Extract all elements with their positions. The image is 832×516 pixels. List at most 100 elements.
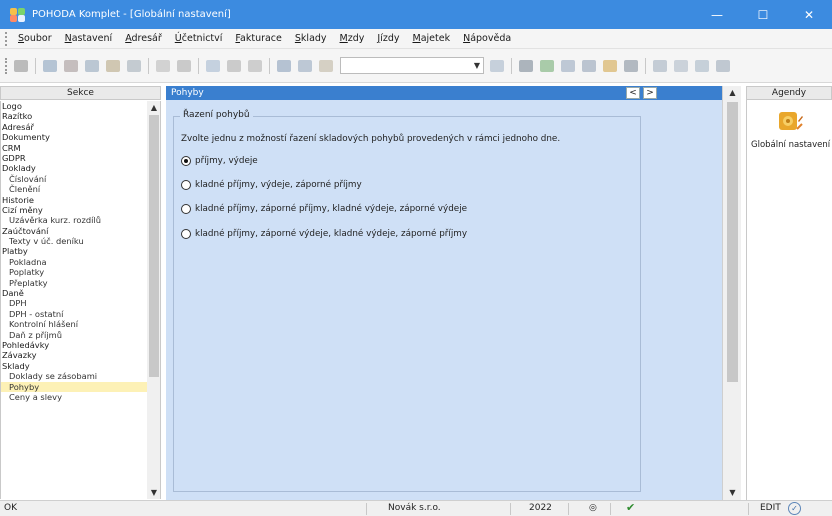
sekce-item[interactable]: Poplatky (1, 267, 147, 277)
sekce-scrollbar[interactable]: ▲ ▼ (147, 101, 161, 499)
sekce-item[interactable]: Platby (1, 246, 147, 256)
sekce-item[interactable]: Sklady (1, 361, 147, 371)
report-icon[interactable] (695, 59, 709, 72)
settings-content: Řazení pohybů Zvolte jednu z možností řa… (166, 100, 722, 500)
help-icon[interactable] (716, 59, 730, 72)
main-scrollbar[interactable]: ▲ ▼ (722, 86, 741, 500)
toolbar-combo[interactable]: ▼ (340, 57, 484, 74)
chevron-down-icon[interactable]: ▼ (474, 61, 480, 70)
sekce-item[interactable]: Daně (1, 288, 147, 298)
sekce-item[interactable]: CRM (1, 143, 147, 153)
link-icon[interactable] (540, 59, 554, 72)
sekce-item[interactable]: Daň z příjmů (1, 330, 147, 340)
radio-label: kladné příjmy, záporné příjmy, kladné vý… (195, 204, 468, 214)
sekce-item[interactable]: Cizí měny (1, 205, 147, 215)
folder-icon[interactable] (519, 59, 533, 72)
menu-nápověda[interactable]: Nápověda (463, 33, 511, 44)
page-icon[interactable] (156, 59, 170, 72)
edit-check-icon[interactable]: ✓ (788, 502, 801, 515)
list-icon[interactable] (653, 59, 667, 72)
add-icon[interactable] (206, 59, 220, 72)
radio-button[interactable] (181, 156, 191, 166)
sekce-item[interactable]: GDPR (1, 153, 147, 163)
menu-nastavení[interactable]: Nastavení (65, 33, 113, 44)
menubar-grip[interactable] (5, 31, 8, 46)
toolbar-separator (269, 57, 270, 74)
radio-label: příjmy, výdeje (195, 156, 258, 166)
toolbar-separator (198, 57, 199, 74)
sekce-item[interactable]: Adresář (1, 122, 147, 132)
delete-icon[interactable] (64, 59, 78, 72)
sekce-item[interactable]: Pohledávky (1, 340, 147, 350)
menu-majetek[interactable]: Majetek (412, 33, 450, 44)
sekce-item[interactable]: Razítko (1, 111, 147, 121)
agendy-item-label[interactable]: Globální nastavení (751, 140, 830, 150)
sekce-item[interactable]: Uzávěrka kurz. rozdílů (1, 215, 147, 225)
sekce-item[interactable]: Historie (1, 195, 147, 205)
print-icon[interactable] (127, 59, 141, 72)
menu-mzdy[interactable]: Mzdy (340, 33, 365, 44)
record-icon[interactable] (14, 59, 28, 72)
toolbar-separator (511, 57, 512, 74)
maximize-button[interactable]: ☐ (740, 0, 786, 29)
scroll-up-icon[interactable]: ▲ (723, 86, 742, 100)
toolbar-grip[interactable] (5, 57, 8, 74)
filter-icon[interactable] (106, 59, 120, 72)
scroll-down-icon[interactable]: ▼ (147, 486, 161, 499)
clipboard-icon[interactable] (319, 59, 333, 72)
sekce-item[interactable]: Číslování (1, 174, 147, 184)
sekce-item[interactable]: Pohyby (1, 381, 147, 392)
radio-button[interactable] (181, 180, 191, 190)
radio-button[interactable] (181, 204, 191, 214)
save-icon[interactable] (277, 59, 291, 72)
chart-icon[interactable] (490, 59, 504, 72)
grid-icon[interactable] (674, 59, 688, 72)
menu-adresář[interactable]: Adresář (125, 33, 162, 44)
sekce-item[interactable]: Ceny a slevy (1, 392, 147, 402)
sekce-item[interactable]: Závazky (1, 350, 147, 360)
remove-icon[interactable] (227, 59, 241, 72)
prev-button[interactable]: < (626, 87, 640, 99)
menu-accelerator: Ú (174, 33, 182, 44)
calculator-icon[interactable] (561, 59, 575, 72)
menu-label: klady (300, 33, 327, 44)
ordering-option[interactable]: kladné příjmy, záporné příjmy, kladné vý… (181, 204, 467, 214)
radio-button[interactable] (181, 229, 191, 239)
menu-účetnictví[interactable]: Účetnictví (175, 33, 223, 44)
scroll-thumb[interactable] (149, 115, 159, 377)
menu-sklady[interactable]: Sklady (295, 33, 327, 44)
ordering-option[interactable]: kladné příjmy, záporné výdeje, kladné vý… (181, 229, 467, 239)
ordering-option[interactable]: příjmy, výdeje (181, 156, 258, 166)
sekce-item[interactable]: Texty v úč. deníku (1, 236, 147, 246)
sekce-item[interactable]: Kontrolní hlášení (1, 319, 147, 329)
scroll-thumb[interactable] (727, 102, 738, 382)
sekce-item[interactable]: Doklady (1, 163, 147, 173)
sekce-item[interactable]: DPH (1, 298, 147, 308)
sekce-item[interactable]: Pokladna (1, 257, 147, 267)
scroll-down-icon[interactable]: ▼ (723, 486, 742, 500)
ordering-option[interactable]: kladné příjmy, výdeje, záporné příjmy (181, 180, 362, 190)
close-button[interactable]: ✕ (786, 0, 832, 29)
global-settings-icon[interactable] (778, 109, 804, 135)
sekce-item[interactable]: Členění (1, 184, 147, 194)
copy-icon[interactable] (43, 59, 57, 72)
sekce-item[interactable]: DPH - ostatní (1, 309, 147, 319)
scroll-up-icon[interactable]: ▲ (147, 101, 161, 114)
barcode-icon[interactable] (624, 59, 638, 72)
sekce-item[interactable]: Přeplatky (1, 278, 147, 288)
sekce-item[interactable]: Zaúčtování (1, 226, 147, 236)
next-button[interactable]: > (643, 87, 657, 99)
sekce-item[interactable]: Doklady se zásobami (1, 371, 147, 381)
sekce-item[interactable]: Logo (1, 101, 147, 111)
calendar-icon[interactable] (582, 59, 596, 72)
menu-soubor[interactable]: Soubor (18, 33, 52, 44)
minimize-button[interactable]: — (694, 0, 740, 29)
users-icon[interactable] (603, 59, 617, 72)
sekce-item[interactable]: Dokumenty (1, 132, 147, 142)
edit-icon[interactable] (177, 59, 191, 72)
search-icon[interactable] (85, 59, 99, 72)
save-as-icon[interactable] (298, 59, 312, 72)
refresh-icon[interactable] (248, 59, 262, 72)
menu-fakturace[interactable]: Fakturace (235, 33, 281, 44)
menu-jízdy[interactable]: Jízdy (377, 33, 399, 44)
